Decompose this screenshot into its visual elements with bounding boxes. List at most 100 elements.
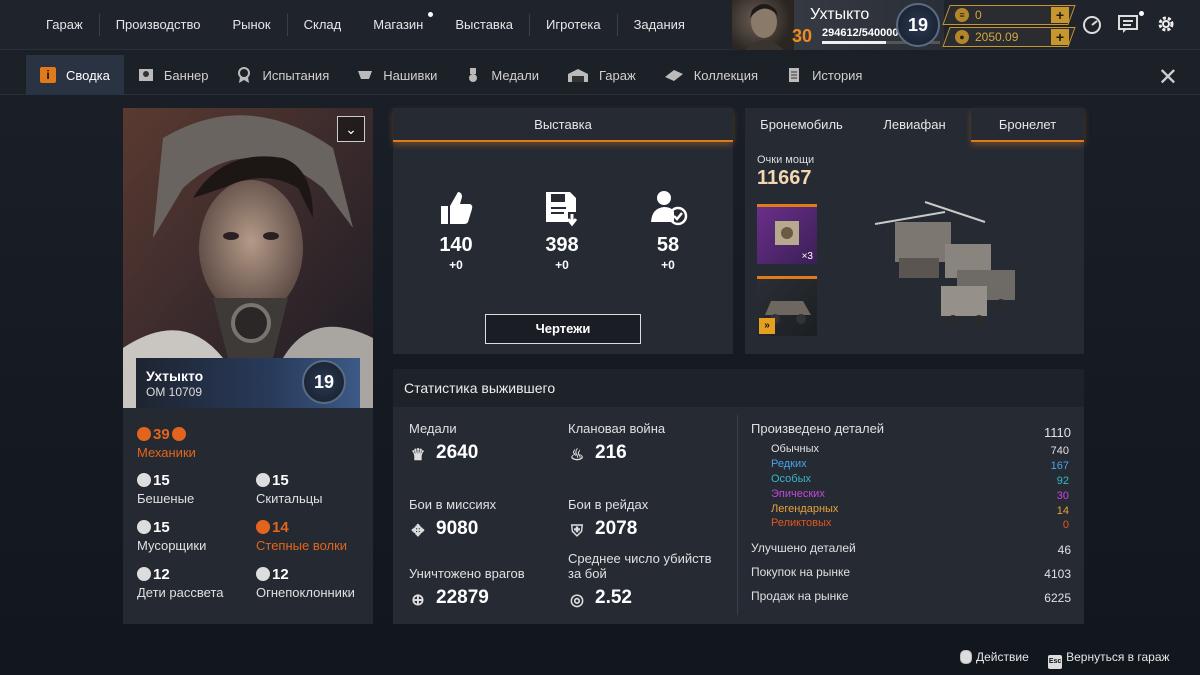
rarity-label: Реликтовых [771,517,832,529]
fire-icon: ♨ [569,447,585,464]
rarity-label: Особых [771,473,812,485]
exhibition-panel: Выставка 140 +0 398 +0 58 +0 Чертежи [393,108,733,354]
wreath-icon [171,427,186,441]
vehicle-card-1[interactable]: ×3 [757,204,817,264]
add-coupons-button[interactable]: + [1051,7,1069,23]
avatar-silhouette [746,4,784,50]
currency-coins: ● 2050.09 + [942,27,1076,47]
rarity-legendary: Легендарных 14 [771,503,1069,517]
mechanics-icon [137,427,151,441]
main-nav: Гараж Производство Рынок Склад Магазин В… [30,0,701,50]
back-label: Вернуться в гараж [1066,650,1170,664]
vehicle-card-2[interactable]: » [757,276,817,336]
exhibition-title: Выставка [393,108,733,142]
stat-market-purchases: Покупок на рынке 4103 [751,565,1071,581]
rarity-label: Легендарных [771,503,839,515]
rarity-label: Обычных [771,443,819,455]
faction-label: Степные волки [256,538,348,553]
stat-label: Медали [409,421,457,436]
tab-banner[interactable]: Баннер [124,55,223,95]
footer-action[interactable]: Действие [960,650,1029,664]
exhibition-stat-saves: 398 +0 [522,188,602,272]
vehicle-render [875,201,1015,325]
stat-value: 2.52 [595,587,632,608]
tab-label: Сводка [66,67,110,83]
rarity-value: 740 [1050,445,1069,457]
stat-value: 6225 [1044,591,1071,605]
survivor-stats-title: Статистика выжившего [393,369,1084,407]
stat-delta: +0 [555,258,569,272]
tab-summary[interactable]: i Сводка [26,55,124,95]
stat-avg-kills: Среднее число убийств за бой ◎ 2.52 [568,551,718,610]
profile-tabs: i Сводка Баннер Испытания Нашивки Медали … [0,55,1200,95]
stat-value: 4103 [1044,567,1071,581]
history-icon [786,67,802,83]
rarity-rare: Редких 167 [771,458,1069,472]
tab-challenges[interactable]: Испытания [222,55,343,95]
tab-patches[interactable]: Нашивки [343,55,451,95]
stat-delta: +0 [661,258,675,272]
nav-shop[interactable]: Магазин [357,0,439,50]
footer-back[interactable]: Esc Вернуться в гараж [1048,650,1170,669]
chevron-down-icon[interactable]: ⌄ [337,116,365,142]
faction-firestarters: 12 Огнепоклонники [256,566,355,600]
tab-garage[interactable]: Гараж [553,55,650,95]
gear-icon[interactable] [1154,13,1178,37]
stat-produced-parts: Произведено деталей 1110 [751,421,1071,440]
nav-storage[interactable]: Склад [288,0,358,50]
tab-medals[interactable]: Медали [451,55,553,95]
add-coins-button[interactable]: + [1051,29,1069,45]
faction-nomads: 15 Скитальцы [256,472,323,506]
stat-label: Произведено деталей [751,421,885,436]
rank-chevron-icon: » [759,318,775,334]
chat-icon[interactable] [1116,11,1144,37]
faction-label: Огнепоклонники [256,585,355,600]
faction-mechanics: 39 Механики [137,426,196,460]
exhibition-stat-likes: 140 +0 [416,188,496,272]
coupon-icon: ≡ [955,8,969,22]
stat-mission-battles: Бои в миссиях ✥ 9080 [409,497,496,541]
medal-icon: ♛ [410,447,426,464]
coin-icon: ● [955,30,969,44]
tab-history[interactable]: История [772,55,876,95]
tab-collection[interactable]: Коллекция [650,55,772,95]
close-button[interactable]: ✕ [1158,63,1178,92]
tab-aircraft[interactable]: Бронелет [971,108,1084,142]
nav-tasks[interactable]: Задания [618,0,701,50]
profile-xp: 294612/540000 [822,27,899,39]
stat-label: Покупок на рынке [751,565,851,579]
nav-market[interactable]: Рынок [216,0,286,50]
user-check-icon [651,191,688,226]
nav-shop-label: Магазин [373,17,424,32]
vehicles-panel: Бронемобиль Левиафан Бронелет Очки мощи … [745,108,1084,354]
patch-glyph [358,71,373,79]
lunatics-icon [137,473,151,487]
profile-avatar [732,0,794,50]
coupon-value: 0 [975,8,982,22]
tab-armored-car[interactable]: Бронемобиль [745,108,858,142]
rarity-value: 0 [1062,519,1069,531]
patch-icon [357,67,373,83]
xp-bar-fill [822,41,887,44]
nav-garage[interactable]: Гараж [30,0,99,50]
garage-icon [567,67,589,83]
blueprints-button[interactable]: Чертежи [485,314,641,344]
nav-game-room[interactable]: Игротека [530,0,617,50]
crosshair-icon: ⊕ [411,592,425,609]
coin-value: 2050.09 [975,30,1019,44]
blueprint-save-icon [546,192,578,227]
faction-label: Скитальцы [256,491,323,506]
medal-icon [465,67,481,83]
character-level-badge: 19 [302,360,346,404]
garage-glyph [568,69,588,82]
scavengers-icon [137,520,151,534]
stat-value: 2078 [595,518,638,539]
tab-leviathan[interactable]: Левиафан [858,108,971,142]
speedometer-icon[interactable] [1080,13,1104,37]
firestarters-icon [256,567,270,581]
rarity-common: Обычных 740 [771,443,1069,457]
nav-production[interactable]: Производство [100,0,217,50]
nav-exhibition[interactable]: Выставка [439,0,529,50]
stat-raid-battles: Бои в рейдах ⛨ 2078 [568,497,648,541]
faction-value: 15 [153,519,170,536]
